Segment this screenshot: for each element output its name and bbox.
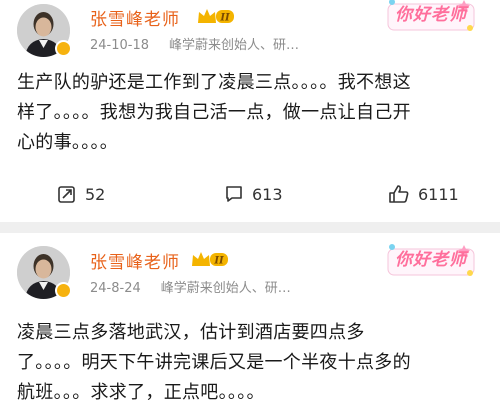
author-name[interactable]: 张雪峰老师 [90,248,180,273]
like-button[interactable]: 6111 [388,177,459,211]
author-name[interactable]: 张雪峰老师 [90,5,180,30]
post-line: 凌晨三点多落地武汉，估计到酒店要四点多 [17,322,365,343]
post-line: 心的事。。。。 [17,132,119,153]
post-card: 张雪峰老师 II 24-8-24 峰学蔚来创始人、研… 你好老师 凌晨三点多落地武… [0,233,500,404]
verified-badge-icon [55,40,72,57]
crown-level-icon: II [192,252,228,267]
post-source: 峰学蔚来创始人、研… [169,38,300,53]
post-line: 样了。。。。我想为我自己活一点，做一点让自己开 [17,102,411,123]
repost-count: 52 [85,184,106,204]
like-count: 6111 [418,184,459,204]
post-line: 航班。。。求求了，正点吧。。。。 [17,382,265,403]
crown-level-icon: II [198,9,234,24]
like-icon [389,185,409,203]
repost-icon [58,186,75,203]
post-meta: 24-8-24 峰学蔚来创始人、研… [90,277,291,296]
svg-text:II: II [219,13,230,24]
comment-icon [226,186,242,202]
post-source: 峰学蔚来创始人、研… [160,281,291,296]
post-body: 凌晨三点多落地武汉，估计到酒店要四点多 了。。。。明天下午讲完课后又是一个半夜十… [17,318,487,404]
svg-text:II: II [213,256,224,267]
comment-button[interactable]: 613 [224,177,283,211]
comment-count: 613 [252,184,283,204]
post-body: 生产队的驴还是工作到了凌晨三点。。。。我不想这 样了。。。。我想为我自己活一点，… [17,68,487,158]
post-separator [0,222,500,233]
post-card: 张雪峰老师 II 24-10-18 峰学蔚来创始人、研… 你好老师 生产队的驴还是… [0,0,500,222]
post-meta: 24-10-18 峰学蔚来创始人、研… [90,34,299,53]
verified-badge-icon [55,282,72,299]
action-bar: 52 613 6111 [0,177,500,211]
post-line: 生产队的驴还是工作到了凌晨三点。。。。我不想这 [17,72,411,93]
post-date: 24-8-24 [90,281,141,296]
sticker-text: 你好老师 [395,5,467,25]
greeting-sticker: 你好老师 [386,0,476,34]
post-date: 24-10-18 [90,38,150,53]
repost-button[interactable]: 52 [57,177,105,211]
sticker-text: 你好老师 [395,250,467,270]
post-line: 了。。。。明天下午讲完课后又是一个半夜十点多的 [17,352,411,373]
greeting-sticker: 你好老师 [386,239,476,279]
